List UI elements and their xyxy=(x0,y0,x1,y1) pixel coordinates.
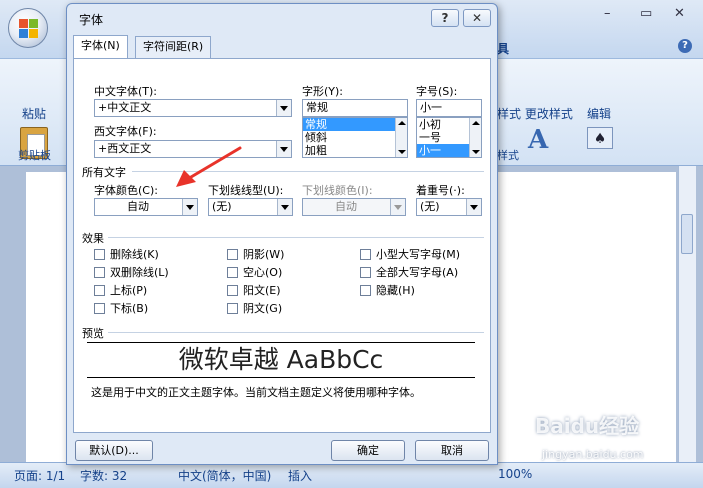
tab-font[interactable]: 字体(N) xyxy=(73,35,128,58)
annotation-arrow-icon xyxy=(176,146,242,187)
